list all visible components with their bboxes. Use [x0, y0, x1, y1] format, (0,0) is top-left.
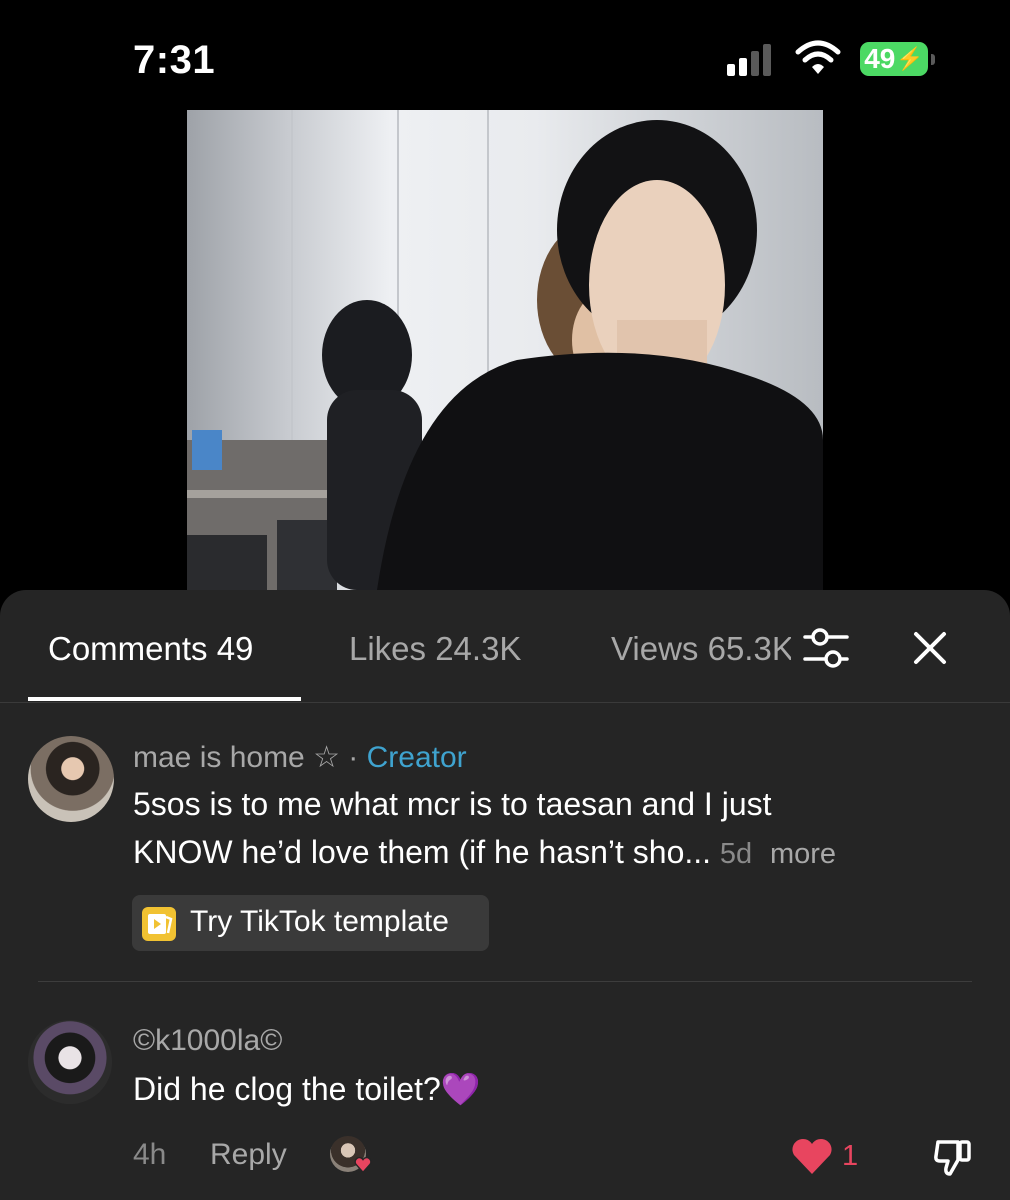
comment-username[interactable]: mae is home ☆: [133, 741, 340, 774]
creator-badge: Creator: [366, 741, 467, 774]
comment-text: 5sos is to me what mcr is to taesan and …: [133, 780, 836, 878]
tab-bar: Comments 49 Likes 24.3K Views 65.3K: [0, 590, 1010, 703]
signal-icon: [727, 42, 779, 76]
tab-likes[interactable]: Likes 24.3K: [349, 630, 521, 668]
comment-username[interactable]: ©k1000la©: [133, 1024, 282, 1058]
avatar[interactable]: [28, 1020, 112, 1104]
active-tab-indicator: [28, 697, 301, 701]
battery-icon: 49 ⚡: [860, 42, 935, 76]
comment-time: 5d: [719, 838, 753, 870]
video-player[interactable]: [187, 110, 823, 590]
comment-time: 4h: [133, 1138, 167, 1171]
reply-button[interactable]: Reply: [210, 1138, 287, 1172]
like-count: 1: [842, 1140, 859, 1172]
battery-level: 49: [864, 43, 896, 74]
avatar[interactable]: [28, 736, 114, 822]
wifi-icon: [795, 40, 841, 74]
heart-icon[interactable]: [790, 1138, 834, 1176]
comment-header: mae is home ☆ · Creator: [133, 740, 467, 775]
status-bar: 7:31 49 ⚡: [0, 0, 1010, 110]
charging-bolt-icon: ⚡: [896, 46, 924, 71]
comment-divider: [38, 981, 972, 982]
tab-views[interactable]: Views 65.3K: [611, 630, 791, 668]
creator-heart-icon: [354, 1156, 372, 1174]
template-icon: [142, 907, 176, 941]
dislike-icon[interactable]: [930, 1134, 976, 1180]
video-frame-image: [187, 120, 823, 590]
template-button-label: Try TikTok template: [190, 905, 449, 938]
status-time: 7:31: [133, 38, 216, 82]
filter-icon[interactable]: [801, 626, 851, 670]
tab-comments[interactable]: Comments 49: [48, 630, 253, 668]
comments-sheet: Comments 49 Likes 24.3K Views 65.3K mae …: [0, 590, 1010, 1200]
separator: ·: [339, 741, 367, 774]
comment-line-2: KNOW he’d love them (if he hasn’t sho...…: [133, 828, 836, 878]
more-link[interactable]: more: [770, 838, 836, 870]
comment-text: Did he clog the toilet?💜: [133, 1071, 481, 1107]
close-icon[interactable]: [908, 626, 952, 670]
comment-line: 5sos is to me what mcr is to taesan and …: [133, 786, 772, 822]
comment-line: KNOW he’d love them (if he hasn’t sho...: [133, 834, 712, 870]
try-template-button[interactable]: Try TikTok template: [132, 895, 489, 951]
